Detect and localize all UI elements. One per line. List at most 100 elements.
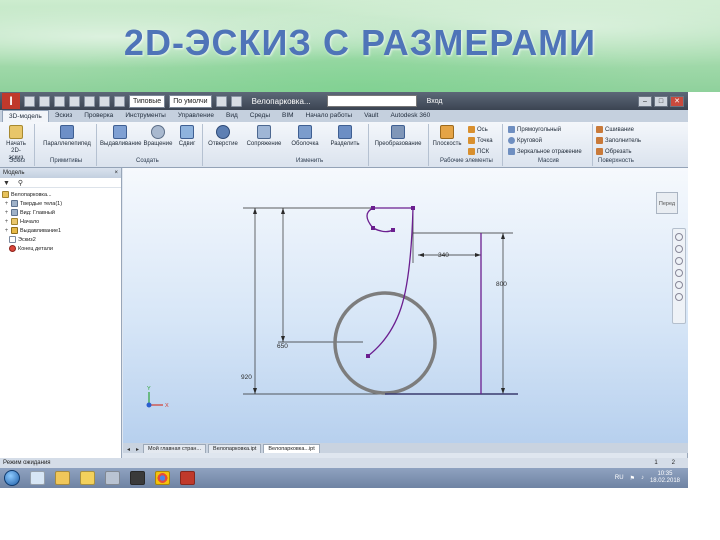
tabs-next-icon[interactable]: ▸ <box>134 446 141 453</box>
dimension-650[interactable]: 650 <box>277 343 288 350</box>
search-input[interactable] <box>326 95 417 107</box>
login-button[interactable]: Вход <box>427 98 443 105</box>
save-icon[interactable] <box>54 95 65 107</box>
clock[interactable]: 10:35 18.02.2018 <box>650 471 680 485</box>
extrude-button[interactable]: Выдавливание <box>100 125 142 147</box>
expand-icon[interactable]: + <box>4 210 9 216</box>
tab-inspect[interactable]: Проверка <box>78 110 119 122</box>
tab-bim[interactable]: BIM <box>276 110 300 122</box>
find-icon[interactable]: ⚲ <box>18 180 23 187</box>
hole-button[interactable]: Отверстие <box>206 125 240 147</box>
sweep-button[interactable]: Сдвиг <box>176 125 198 147</box>
ucs-button[interactable]: ПСК <box>468 148 489 155</box>
dimension-920[interactable]: 920 <box>241 374 252 381</box>
doc-tab-part-2[interactable]: Велопарковка...ipt <box>263 444 320 453</box>
tree-item-solid-bodies[interactable]: + Твердые тела(1) <box>2 199 119 208</box>
frame-curve[interactable] <box>367 207 414 357</box>
mirror-button[interactable]: Зеркальное отражение <box>508 148 582 155</box>
language-indicator[interactable]: RU <box>615 475 624 481</box>
rect-array-button[interactable]: Прямоугольный <box>508 126 561 133</box>
color-icon[interactable] <box>215 95 227 107</box>
point-button[interactable]: Точка <box>468 137 493 144</box>
dimension-800[interactable]: 800 <box>496 281 507 288</box>
tab-sketch[interactable]: Эскиз <box>49 110 78 122</box>
zoom-icon[interactable] <box>675 257 683 265</box>
tab-3d-model[interactable]: 3D-модель <box>2 110 49 122</box>
terminal-icon[interactable] <box>130 471 145 485</box>
convert-button[interactable]: Преобразование <box>372 125 424 147</box>
sketch-point[interactable] <box>366 354 370 358</box>
dimension-340[interactable]: 340 <box>438 252 449 259</box>
shell-button[interactable]: Оболочка <box>288 125 322 147</box>
browser-close-icon[interactable]: × <box>114 170 118 176</box>
select-icon[interactable] <box>114 95 125 107</box>
material-combo[interactable]: Типовые <box>129 94 166 108</box>
expand-icon[interactable]: + <box>4 228 9 234</box>
wheel-circle[interactable] <box>333 291 437 395</box>
tree-item-end-of-part[interactable]: Конец детали <box>2 244 119 253</box>
sketch-point[interactable] <box>371 206 375 210</box>
box-button[interactable]: Параллелепипед <box>42 125 92 147</box>
tab-view[interactable]: Вид <box>220 110 244 122</box>
tree-item-view[interactable]: + Вид: Главный <box>2 208 119 217</box>
doc-tab-home[interactable]: Мой главная стран... <box>143 444 207 453</box>
open-icon[interactable] <box>39 95 50 107</box>
internet-explorer-icon[interactable] <box>30 471 45 485</box>
circular-array-button[interactable]: Круговой <box>508 137 542 144</box>
update-icon[interactable] <box>99 95 110 107</box>
doc-tab-part-1[interactable]: Велопарковка.ipt <box>208 444 262 453</box>
group-separator <box>34 124 35 166</box>
tree-item-sketch[interactable]: Эскиз2 <box>2 235 119 244</box>
hook-arc[interactable] <box>366 207 394 233</box>
sketch-point[interactable] <box>391 228 395 232</box>
sketch-point[interactable] <box>411 206 415 210</box>
tab-autodesk-360[interactable]: Autodesk 360 <box>384 110 436 122</box>
start-sketch-button[interactable]: Начать 2D-эскиз <box>4 125 28 162</box>
pan-icon[interactable] <box>675 245 683 253</box>
orbit-icon[interactable] <box>675 269 683 277</box>
chrome-icon[interactable] <box>155 471 170 485</box>
axis-button[interactable]: Ось <box>468 126 488 133</box>
tabs-prev-icon[interactable]: ◂ <box>125 446 132 453</box>
trim-button[interactable]: Обрезать <box>596 148 631 155</box>
tree-item-origin[interactable]: + Начало <box>2 217 119 226</box>
plane-button[interactable]: Плоскость <box>432 125 462 147</box>
flag-icon[interactable]: ⚑ <box>630 475 635 482</box>
file-explorer-icon[interactable] <box>55 471 70 485</box>
filter-icon[interactable]: ▼ <box>3 180 10 187</box>
fillet-button[interactable]: Сопряжение <box>244 125 284 147</box>
maximize-button[interactable]: □ <box>654 95 668 107</box>
tab-manage[interactable]: Управление <box>172 110 220 122</box>
start-button[interactable] <box>4 470 20 486</box>
volume-icon[interactable]: ♪ <box>641 475 644 481</box>
view-cube[interactable]: Перед <box>656 192 678 214</box>
undo-icon[interactable] <box>69 95 80 107</box>
inventor-icon[interactable] <box>180 471 195 485</box>
new-icon[interactable] <box>24 95 35 107</box>
appearance-combo[interactable]: По умолчи <box>169 94 212 108</box>
tab-tools[interactable]: Инструменты <box>119 110 172 122</box>
expand-icon[interactable]: + <box>4 219 9 225</box>
graphics-window[interactable]: 340 800 650 920 X Y Перед <box>123 168 688 443</box>
app-menu-button[interactable]: I <box>2 93 20 109</box>
split-button[interactable]: Разделить <box>328 125 362 147</box>
patch-button[interactable]: Заполнитель <box>596 137 641 144</box>
revolve-button[interactable]: Вращение <box>142 125 174 147</box>
parameters-icon[interactable] <box>230 95 242 107</box>
redo-icon[interactable] <box>84 95 95 107</box>
steering-wheel-icon[interactable] <box>675 233 683 241</box>
minimize-button[interactable]: – <box>638 95 652 107</box>
sketch-point[interactable] <box>371 226 375 230</box>
full-nav-icon[interactable] <box>675 293 683 301</box>
look-at-icon[interactable] <box>675 281 683 289</box>
tree-item-part[interactable]: Велопарковка... <box>2 190 119 199</box>
tab-vault[interactable]: Vault <box>358 110 384 122</box>
close-button[interactable]: ✕ <box>670 95 684 107</box>
document-icon[interactable] <box>105 471 120 485</box>
tab-get-started[interactable]: Начало работы <box>300 110 359 122</box>
stitch-button[interactable]: Сшивание <box>596 126 634 133</box>
expand-icon[interactable]: + <box>4 201 9 207</box>
tab-environments[interactable]: Среды <box>244 110 276 122</box>
tree-item-extrusion[interactable]: + Выдавливание1 <box>2 226 119 235</box>
media-player-icon[interactable] <box>80 471 95 485</box>
